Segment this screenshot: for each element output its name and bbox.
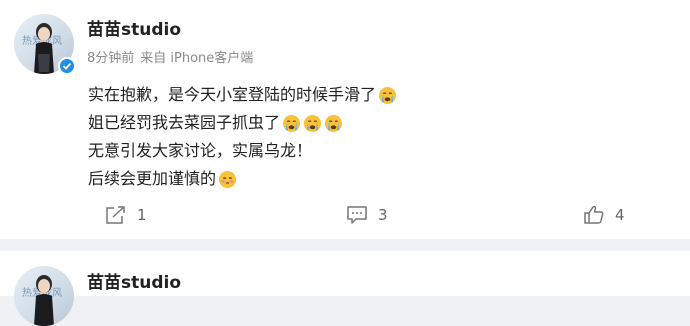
content-line: 实在抱歉，是今天小室登陆的时候手滑了 xyxy=(88,81,648,109)
crying-face-icon xyxy=(378,86,397,104)
shy-face-icon xyxy=(218,170,237,188)
author-name[interactable]: 苗苗studio xyxy=(87,272,181,294)
comment-icon xyxy=(347,206,367,224)
content-line: 后续会更加谨慎的 xyxy=(88,165,648,193)
verified-badge-icon xyxy=(58,57,76,75)
comment-button[interactable]: 3 xyxy=(346,199,388,231)
post-time[interactable]: 8分钟前 xyxy=(87,51,134,66)
comment-count: 3 xyxy=(378,206,388,224)
crying-face-icon xyxy=(303,114,322,132)
share-count: 1 xyxy=(137,206,147,224)
post-source: 来自 iPhone客户端 xyxy=(140,51,254,66)
post-actions: 1 3 4 xyxy=(0,199,690,231)
content-line: 无意引发大家讨论，实属乌龙！ xyxy=(88,141,313,160)
like-button[interactable]: 4 xyxy=(583,199,625,231)
post-content: 实在抱歉，是今天小室登陆的时候手滑了 姐已经罚我去菜园子抓虫了 无意引发大家讨论… xyxy=(88,81,648,193)
like-count: 4 xyxy=(615,206,625,224)
crying-face-icon xyxy=(282,114,301,132)
content-line: 姐已经罚我去菜园子抓虫了 xyxy=(88,109,648,137)
weibo-post: 热爱成风 苗苗studio xyxy=(0,251,690,326)
avatar[interactable]: 热爱成风 xyxy=(14,266,74,326)
crying-face-icon xyxy=(324,114,343,132)
thumbs-up-icon xyxy=(584,205,604,224)
share-icon xyxy=(106,206,125,224)
author-name[interactable]: 苗苗studio xyxy=(87,19,181,41)
weibo-post: 热爱成风 苗苗studio 8分钟前 来自 iPhone客户端 实在抱歉，是今天小… xyxy=(0,0,690,239)
post-meta: 8分钟前 来自 iPhone客户端 xyxy=(87,50,259,68)
share-button[interactable]: 1 xyxy=(105,199,147,231)
avatar-image: 热爱成风 xyxy=(22,275,62,326)
